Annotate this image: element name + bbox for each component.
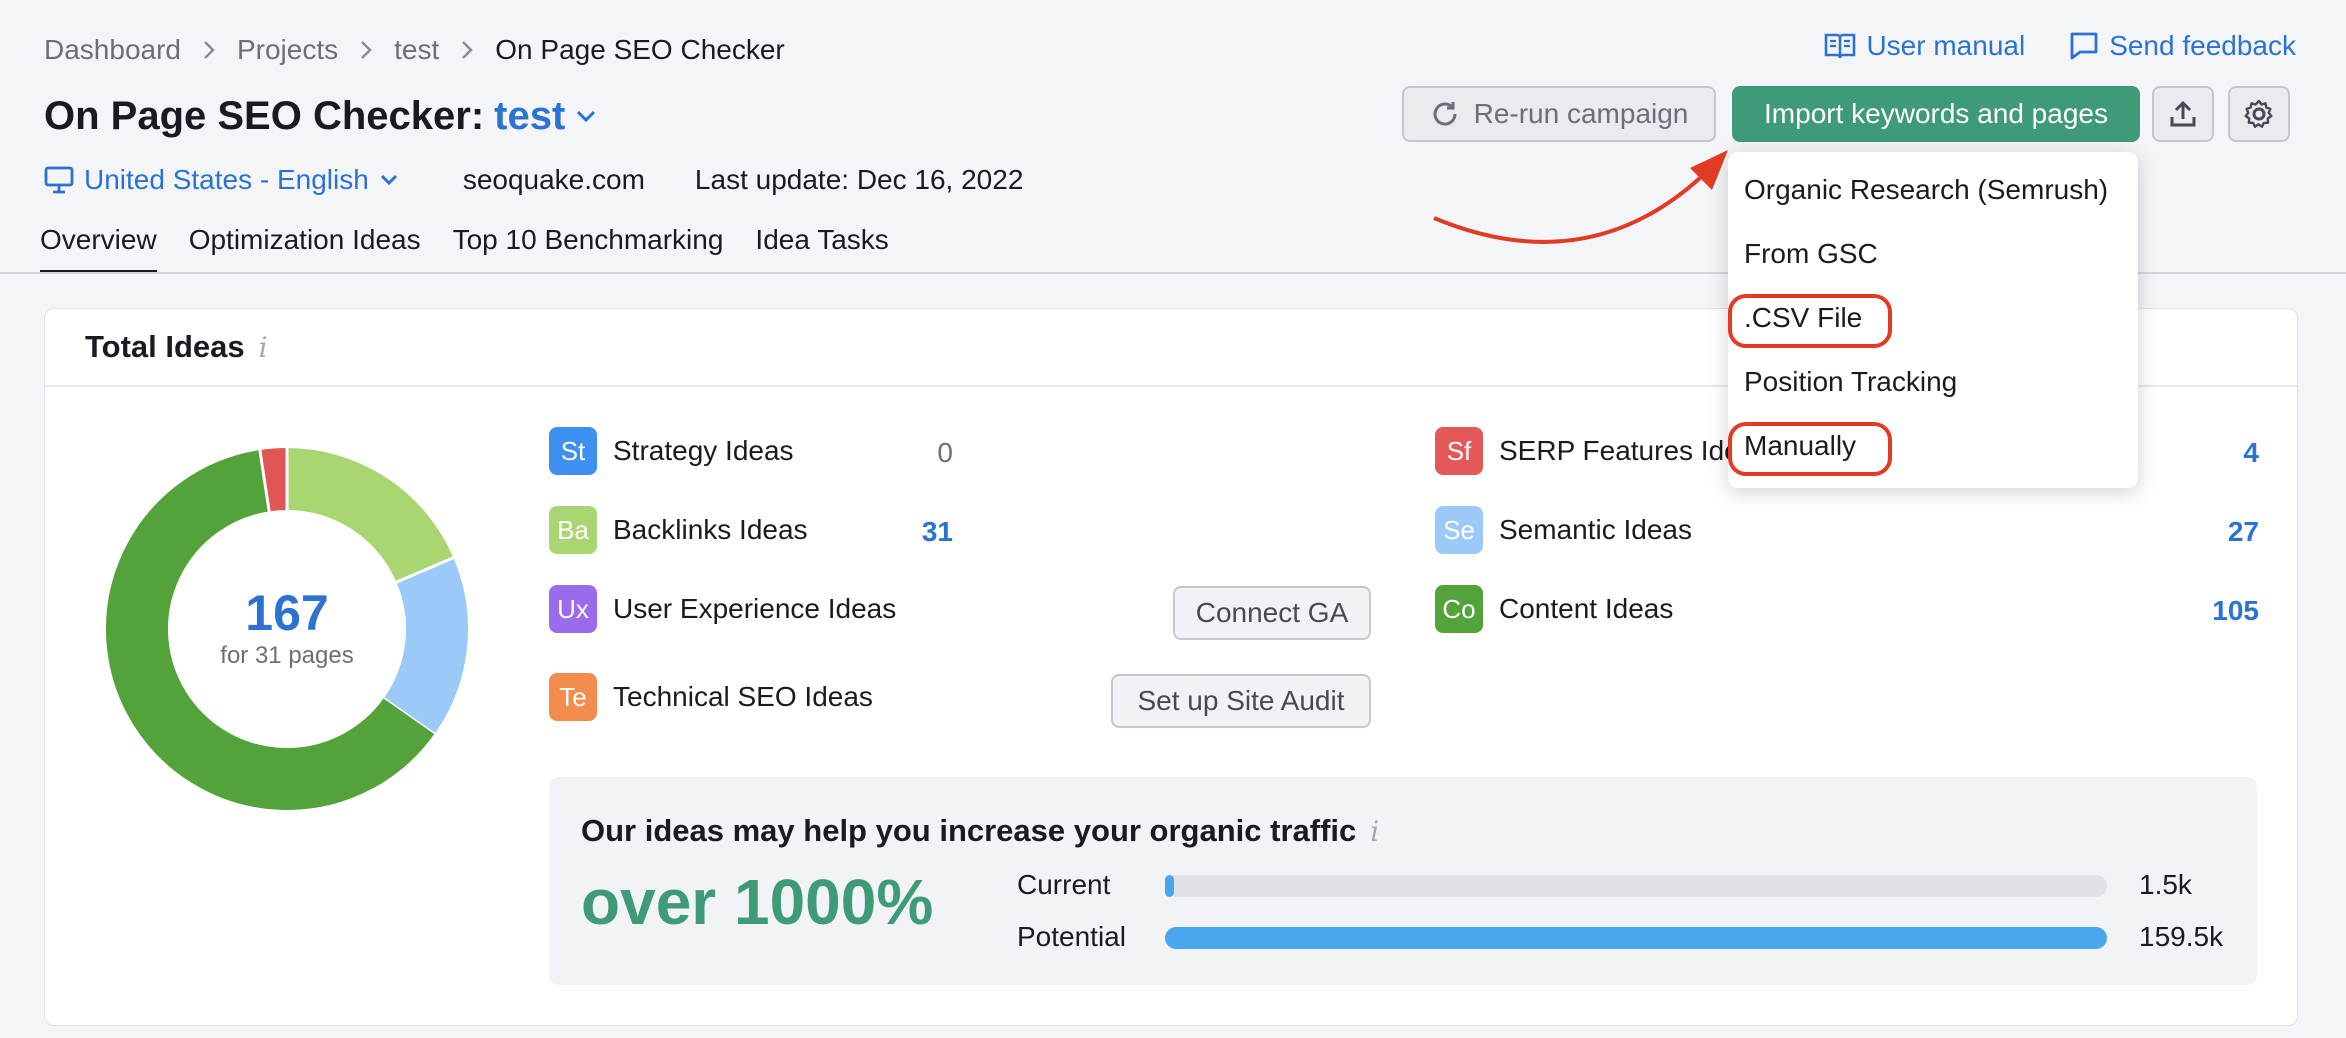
traffic-title: Our ideas may help you increase your org… [581,813,1379,849]
traffic-title-text: Our ideas may help you increase your org… [581,813,1357,848]
import-keywords-button[interactable]: Import keywords and pages [1732,86,2140,142]
donut-total: 167 [245,585,329,641]
upload-icon [2170,100,2196,127]
send-feedback-label: Send feedback [2109,30,2296,61]
locale-label: United States - English [84,164,369,195]
menu-item-organic-research[interactable]: Organic Research (Semrush) [1744,166,2108,214]
ux-badge: Ux [549,585,597,633]
idea-count[interactable]: 0 [833,437,953,469]
settings-button[interactable] [2228,86,2290,142]
import-dropdown-menu: Organic Research (Semrush) From GSC .CSV… [1728,152,2138,488]
idea-row-backlinks[interactable]: Ba Backlinks Ideas [549,506,808,554]
idea-label: Content Ideas [1499,593,1674,624]
current-value: 1.5k [2139,869,2192,900]
top-links: User manual Send feedback [1824,30,2296,62]
idea-count[interactable]: 4 [2139,437,2259,469]
menu-item-from-gsc[interactable]: From GSC [1744,230,1878,278]
chevron-right-icon [360,40,372,60]
idea-row-semantic[interactable]: Se Semantic Ideas [1435,506,1692,554]
tab-bar: Overview Optimization Ideas Top 10 Bench… [40,224,889,273]
idea-label: Technical SEO Ideas [613,681,873,712]
refresh-icon [1433,102,1457,126]
technical-badge: Te [549,673,597,721]
idea-row-content[interactable]: Co Content Ideas [1435,585,1673,633]
monitor-icon [44,166,74,194]
user-manual-link[interactable]: User manual [1824,30,2025,62]
current-bar-track [1165,875,2107,897]
idea-count[interactable]: 27 [2139,516,2259,548]
content-badge: Co [1435,585,1483,633]
idea-count[interactable]: 31 [833,516,953,548]
user-manual-label: User manual [1866,30,2026,61]
idea-label: Backlinks Ideas [613,514,808,545]
connect-ga-button[interactable]: Connect GA [1173,586,1371,640]
idea-count[interactable]: 105 [2139,595,2259,627]
current-bar-fill [1165,875,1175,897]
csv-highlight-outline [1728,294,1892,348]
tab-optimization-ideas[interactable]: Optimization Ideas [189,224,421,273]
chevron-down-icon [380,174,397,186]
project-selector[interactable]: test [494,94,597,139]
arrow-head [1690,150,1728,190]
rerun-campaign-button[interactable]: Re-run campaign [1402,86,1716,142]
idea-row-user-experience[interactable]: Ux User Experience Ideas [549,585,896,633]
donut-center: 167 for 31 pages [97,439,477,819]
card-title: Total Ideas i [85,329,268,365]
donut-subtitle: for 31 pages [220,642,354,669]
rerun-label: Re-run campaign [1473,98,1689,129]
breadcrumb-projects[interactable]: Projects [237,34,338,66]
send-feedback-link[interactable]: Send feedback [2069,30,2296,62]
potential-value: 159.5k [2139,921,2224,952]
breadcrumb: Dashboard Projects test On Page SEO Chec… [44,30,785,70]
import-label: Import keywords and pages [1764,98,2108,129]
potential-bar-track [1165,927,2107,949]
chevron-right-icon [203,40,215,60]
chevron-down-icon [577,110,596,123]
idea-row-technical-seo[interactable]: Te Technical SEO Ideas [549,673,873,721]
idea-label: User Experience Ideas [613,593,897,624]
breadcrumb-current: On Page SEO Checker [495,34,785,65]
idea-row-strategy[interactable]: St Strategy Ideas [549,427,794,475]
set-up-site-audit-button[interactable]: Set up Site Audit [1111,674,1371,728]
current-label: Current [1017,869,1111,900]
chevron-right-icon [461,40,474,60]
tab-top-10-benchmarking[interactable]: Top 10 Benchmarking [453,224,724,273]
ideas-donut-chart: 167 for 31 pages [97,439,477,819]
traffic-headline: over 1000% [581,866,934,938]
arrow-curve [1433,176,1702,244]
serp-badge: Sf [1435,427,1483,475]
last-update-label: Last update: Dec 16, 2022 [694,164,1024,195]
message-icon [2070,32,2098,60]
info-icon[interactable]: i [1370,815,1379,848]
idea-row-serp-features[interactable]: Sf SERP Features Ide [1435,427,1740,475]
potential-label: Potential [1017,921,1126,952]
domain-label: seoquake.com [462,164,645,195]
tab-overview[interactable]: Overview [40,224,157,273]
manually-highlight-outline [1728,422,1892,476]
traffic-panel: Our ideas may help you increase your org… [549,777,2257,985]
idea-label: Semantic Ideas [1499,514,1692,545]
idea-label: Strategy Ideas [613,435,794,466]
info-icon[interactable]: i [259,331,268,364]
locale-selector[interactable]: United States - English [44,164,399,196]
menu-item-position-tracking[interactable]: Position Tracking [1744,358,1957,406]
breadcrumb-dashboard[interactable]: Dashboard [44,34,181,66]
page-title-prefix: On Page SEO Checker: [44,93,485,138]
semantic-badge: Se [1435,506,1483,554]
book-icon [1825,33,1856,59]
strategy-badge: St [549,427,597,475]
breadcrumb-test[interactable]: test [394,34,439,66]
backlinks-badge: Ba [549,506,597,554]
export-button[interactable] [2152,86,2214,142]
project-name: test [494,93,566,138]
page-title: On Page SEO Checker: test [44,88,597,144]
meta-row: United States - English seoquake.com Las… [44,158,1023,202]
tab-idea-tasks[interactable]: Idea Tasks [755,224,888,273]
card-title-text: Total Ideas [85,329,245,364]
gear-icon [2244,99,2273,128]
potential-bar-fill [1165,927,2107,949]
idea-label: SERP Features Ide [1499,435,1740,466]
